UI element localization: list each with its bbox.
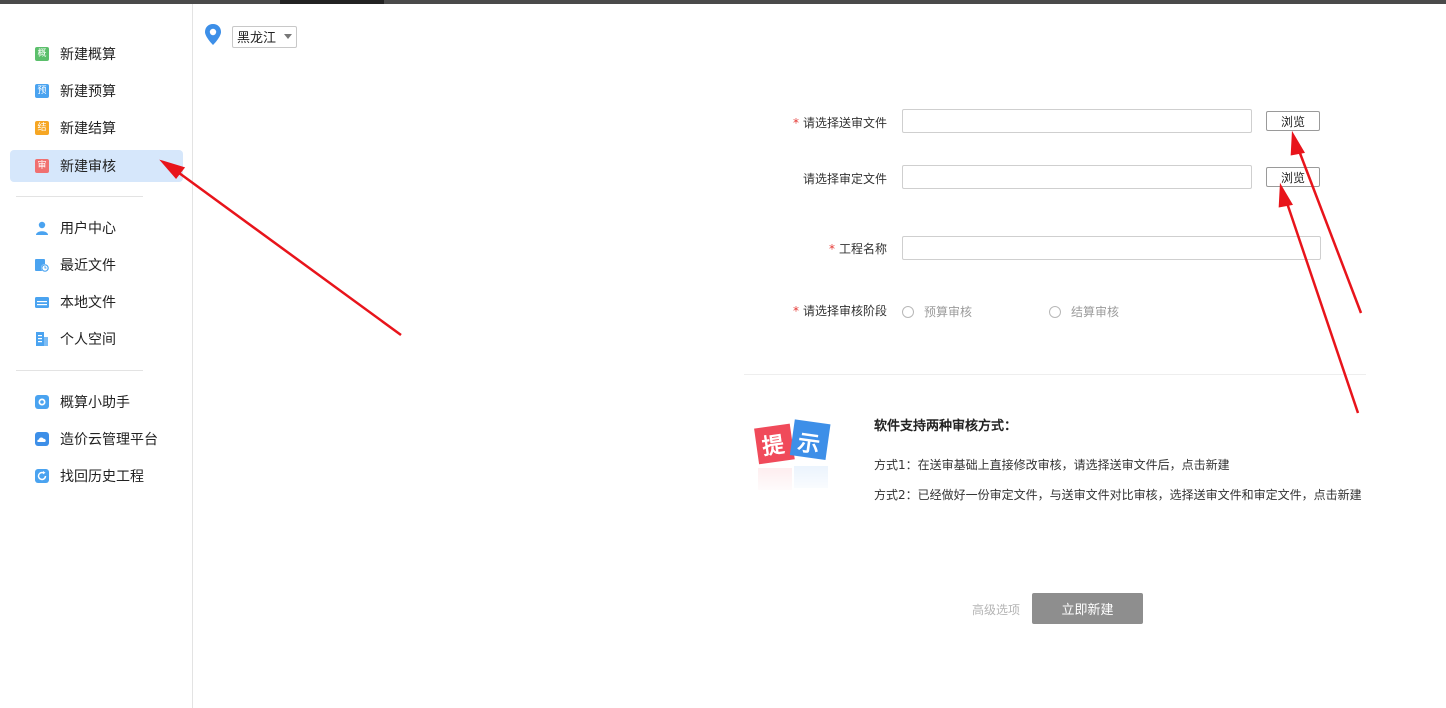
review-stage-label: * 请选择审核阶段 [792,304,887,318]
radio-label: 结算审核 [1071,305,1120,319]
sidebar-item-new-review[interactable]: 审 新建审核 [10,150,183,182]
approved-file-label: 请选择审定文件 [802,172,887,186]
sidebar-item-label: 新建审核 [60,159,116,175]
annotation-arrowhead [1290,130,1305,156]
location-pin-icon [204,24,222,49]
submit-file-browse-button[interactable]: 浏览 [1266,111,1320,131]
radio-label: 预算审核 [924,305,973,319]
annotation-arrow-sidebar [174,168,402,337]
hint-line-2: 方式2：已经做好一份审定文件，与送审文件对比审核，选择送审文件和审定文件，点击新… [874,488,1362,502]
approved-file-input[interactable] [902,165,1252,189]
annotation-arrow-browse-2 [1284,199,1360,414]
sidebar-item-new-estimate[interactable]: 概 新建概算 [10,38,183,70]
history-icon [35,469,49,483]
user-icon [35,221,49,235]
sidebar-item-local-files[interactable]: 本地文件 [10,286,183,318]
sidebar-item-recover-history[interactable]: 找回历史工程 [10,460,183,492]
sidebar-item-new-budget[interactable]: 预 新建预算 [10,75,183,107]
sidebar-item-estimate-assistant[interactable]: 概算小助手 [10,386,183,418]
province-select[interactable]: 黑龙江 [232,25,298,48]
window-top-bar [0,0,1446,4]
sidebar-item-new-settlement[interactable]: 结 新建结算 [10,112,183,144]
sidebar-item-label: 个人空间 [60,332,116,348]
annotation-arrows [159,130,1363,414]
advanced-options-link[interactable]: 高级选项 [972,601,1020,618]
radio-budget-review[interactable]: 预算审核 [902,303,972,320]
create-now-button[interactable]: 立即新建 [1032,593,1143,624]
sidebar-item-personal-space[interactable]: 个人空间 [10,323,183,355]
radio-settlement-review[interactable]: 结算审核 [1049,303,1119,320]
project-name-input[interactable] [902,236,1321,260]
location-bar: 黑龙江 [204,24,298,49]
sidebar-item-label: 造价云管理平台 [60,432,158,448]
hint-title: 软件支持两种审核方式： [874,419,1018,434]
estimate-icon: 概 [35,47,49,61]
sidebar-item-label: 新建预算 [60,84,116,100]
hint-badge: 提 示 [752,416,838,496]
cloud-platform-icon [35,432,49,446]
hint-badge-char: 提 [760,432,786,461]
sidebar-item-label: 用户中心 [60,221,116,237]
sidebar: 概 新建概算 预 新建预算 结 新建结算 审 新建审核 用户中心 最近文件 本地… [0,4,193,708]
sidebar-item-recent-files[interactable]: 最近文件 [10,249,183,281]
annotation-arrowhead [1278,182,1293,208]
active-tab-indicator [280,0,384,4]
budget-icon: 预 [35,84,49,98]
assistant-icon [35,395,49,409]
sidebar-divider [16,370,143,371]
sidebar-item-label: 概算小助手 [60,395,130,411]
review-icon: 审 [35,159,49,173]
chevron-down-icon [284,34,293,39]
sidebar-item-label: 找回历史工程 [60,469,144,485]
sidebar-item-cloud-platform[interactable]: 造价云管理平台 [10,423,183,455]
submit-file-input[interactable] [902,109,1252,133]
required-mark: * [792,304,799,318]
sidebar-divider [16,196,143,197]
required-mark: * [828,242,835,256]
sidebar-item-label: 新建结算 [60,121,116,137]
radio-circle [1049,305,1061,318]
hint-badge-char: 示 [796,430,822,459]
required-mark: * [792,116,799,130]
sidebar-item-label: 本地文件 [60,295,116,311]
settlement-icon: 结 [35,121,49,135]
radio-circle [902,305,914,318]
hint-line-1: 方式1：在送审基础上直接修改审核，请选择送审文件后，点击新建 [874,458,1230,472]
approved-file-browse-button[interactable]: 浏览 [1266,167,1320,187]
project-name-label: * 工程名称 [828,242,887,256]
submit-file-label: * 请选择送审文件 [792,116,887,130]
sidebar-item-label: 最近文件 [60,258,116,274]
province-select-value: 黑龙江 [237,31,277,46]
section-divider [744,374,1366,375]
building-icon [35,332,49,346]
recent-files-icon [35,258,49,272]
sidebar-item-user-center[interactable]: 用户中心 [10,212,183,244]
folder-icon [35,295,49,309]
sidebar-item-label: 新建概算 [60,47,116,63]
